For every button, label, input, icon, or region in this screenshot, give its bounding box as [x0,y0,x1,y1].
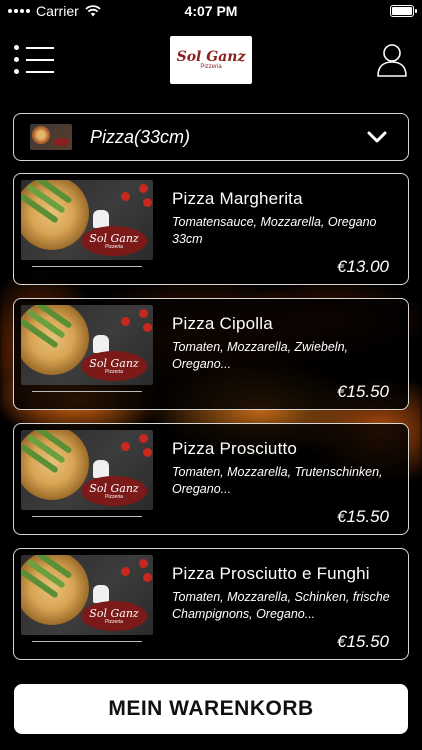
user-icon [377,44,407,77]
signal-icon [8,9,30,13]
cart-button-label: MEIN WARENKORB [108,697,314,720]
menu-icon [14,45,54,50]
category-select[interactable]: Pizza(33cm) [13,113,409,161]
product-description: Tomatensauce, Mozzarella, Oregano 33cm [172,215,377,246]
product-image: Sol Ganz Pizzeria [21,555,153,635]
product-name: Pizza Prosciutto e Funghi [172,564,370,583]
brand-logo: Sol Ganz Pizzeria [170,36,252,84]
category-thumbnail [30,124,72,150]
status-bar: Carrier 4:07 PM [0,0,422,22]
product-price: €15.50 [337,382,389,401]
product-price: €15.50 [337,632,389,651]
product-card[interactable]: Sol Ganz Pizzeria Pizza Prosciutto Tomate… [13,423,409,535]
app-header: Sol Ganz Pizzeria [0,30,422,92]
cart-button[interactable]: MEIN WARENKORB [14,684,408,734]
wifi-icon [85,5,101,17]
carrier-label: Carrier [36,3,79,19]
product-card[interactable]: Sol Ganz Pizzeria Pizza Cipolla Tomaten, … [13,298,409,410]
product-card[interactable]: Sol Ganz Pizzeria Pizza Margherita Tomate… [13,173,409,285]
product-name: Pizza Margherita [172,189,303,208]
account-button[interactable] [376,42,408,78]
battery-icon [390,5,417,17]
category-label: Pizza(33cm) [90,126,191,147]
status-time: 4:07 PM [184,3,238,19]
menu-button[interactable] [14,42,54,76]
chevron-down-icon [367,131,387,143]
product-name: Pizza Prosciutto [172,439,298,458]
product-name: Pizza Cipolla [172,314,273,333]
product-image: Sol Ganz Pizzeria [21,430,153,510]
product-description: Tomaten, Mozzarella, Zwiebeln, Oregano..… [172,340,349,371]
product-price: €15.50 [337,507,389,526]
product-price: €13.00 [337,257,389,276]
product-image: Sol Ganz Pizzeria [21,305,153,385]
product-card[interactable]: Sol Ganz Pizzeria Pizza Prosciutto e Fung… [13,548,409,660]
product-description: Tomaten, Mozzarella, Schinken, frische C… [172,590,390,621]
product-image: Sol Ganz Pizzeria [21,180,153,260]
product-description: Tomaten, Mozzarella, Trutenschinken, Ore… [172,465,383,496]
